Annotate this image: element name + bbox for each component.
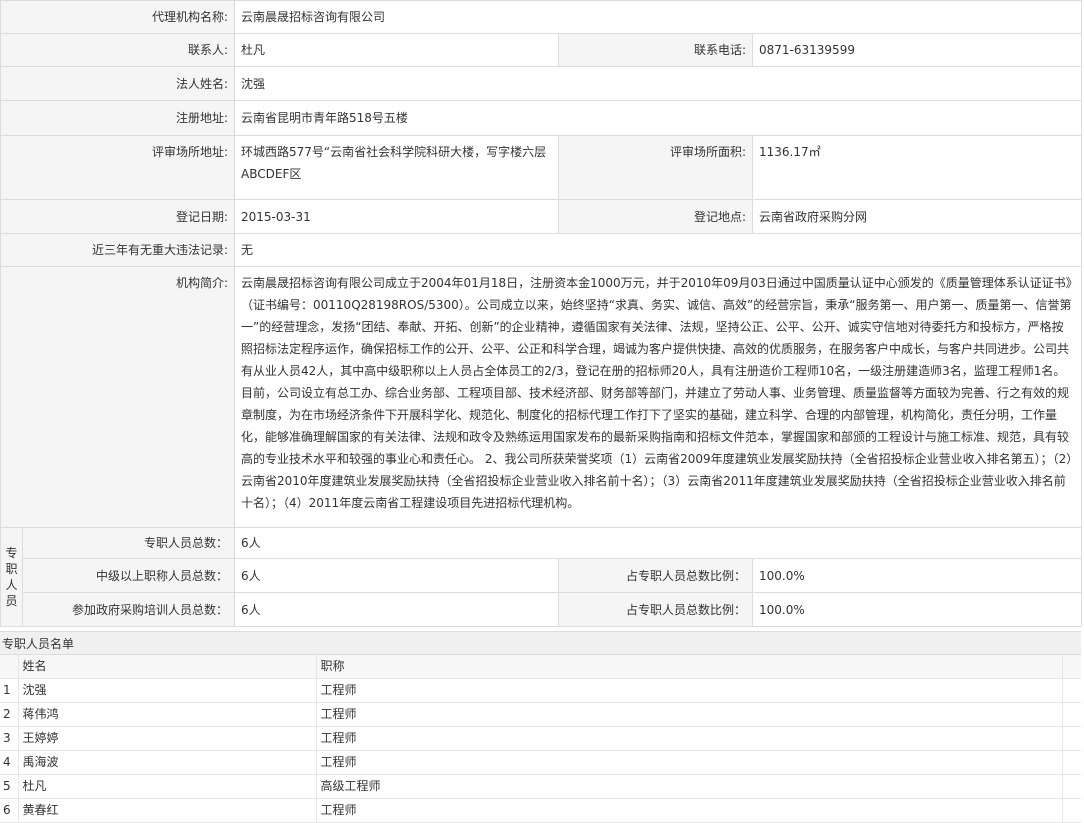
agency-name-label: 代理机构名称: xyxy=(0,0,236,34)
legal-person-label: 法人姓名: xyxy=(0,66,236,101)
ratio2-value: 100.0% xyxy=(752,592,1083,627)
scrollbar-gutter xyxy=(1062,726,1081,751)
phone-value: 0871-63139599 xyxy=(752,33,1083,67)
mid-title-label: 中级以上职称人员总数： xyxy=(21,558,236,593)
row-number: 2 xyxy=(0,702,19,727)
staff-name: 沈强 xyxy=(18,678,317,703)
reg-place-value: 云南省政府采购分网 xyxy=(752,199,1083,234)
table-row[interactable]: 2 蒋伟鸿 工程师 xyxy=(0,702,1081,727)
staff-list-panel: 专职人员名单 姓名 职称 1 沈强 工程师 2 蒋伟鸿 工程师 3 王婷婷 工程师 4 禹海波 工程师… xyxy=(0,631,1081,823)
mid-title-value: 6人 xyxy=(234,558,560,593)
scrollbar-gutter xyxy=(1062,702,1081,727)
gov-training-value: 6人 xyxy=(234,592,560,627)
reg-place-label: 登记地点: xyxy=(558,199,754,234)
scrollbar-gutter xyxy=(1062,798,1081,823)
contact-label: 联系人: xyxy=(0,33,236,67)
name-column-header[interactable]: 姓名 xyxy=(18,655,317,679)
staff-name: 黄春红 xyxy=(18,798,317,823)
intro-label: 机构简介: xyxy=(0,266,236,528)
phone-label: 联系电话: xyxy=(558,33,754,67)
staff-group-label: 专职人员 xyxy=(0,527,23,627)
table-row[interactable]: 4 禹海波 工程师 xyxy=(0,750,1081,775)
staff-title: 高级工程师 xyxy=(316,774,1063,799)
agency-info-table: 代理机构名称: 云南晨晟招标咨询有限公司 联系人: 杜凡 联系电话: 0871-… xyxy=(0,0,1083,627)
row-number: 6 xyxy=(0,798,19,823)
reg-address-value: 云南省昆明市青年路518号五楼 xyxy=(234,100,1083,136)
gov-training-label: 参加政府采购培训人员总数： xyxy=(21,592,236,627)
ratio2-label: 占专职人员总数比例： xyxy=(558,592,754,627)
ratio1-value: 100.0% xyxy=(752,558,1083,593)
table-row[interactable]: 1 沈强 工程师 xyxy=(0,678,1081,703)
row-number: 1 xyxy=(0,678,19,703)
review-address-label: 评审场所地址: xyxy=(0,135,236,200)
agency-name-value: 云南晨晟招标咨询有限公司 xyxy=(234,0,1083,34)
intro-value: 云南晨晟招标咨询有限公司成立于2004年01月18日，注册资本金1000万元，并… xyxy=(234,266,1083,528)
staff-title: 工程师 xyxy=(316,750,1063,775)
review-address-value: 环城西路577号“云南省社会科学院科研大楼，写字楼六层ABCDEF区 xyxy=(234,135,560,200)
violation-value: 无 xyxy=(234,233,1083,267)
row-number: 5 xyxy=(0,774,19,799)
row-number: 3 xyxy=(0,726,19,751)
title-column-header[interactable]: 职称 xyxy=(316,655,1063,679)
table-row[interactable]: 5 杜凡 高级工程师 xyxy=(0,774,1081,799)
scrollbar-gutter xyxy=(1062,655,1081,679)
staff-list-table: 姓名 职称 1 沈强 工程师 2 蒋伟鸿 工程师 3 王婷婷 工程师 4 禹海波 工程师 5 杜凡 高级工程… xyxy=(0,655,1081,823)
reg-address-label: 注册地址: xyxy=(0,100,236,136)
staff-title: 工程师 xyxy=(316,702,1063,727)
scrollbar-gutter xyxy=(1062,678,1081,703)
row-number-header xyxy=(0,655,19,679)
table-row[interactable]: 3 王婷婷 工程师 xyxy=(0,726,1081,751)
legal-person-value: 沈强 xyxy=(234,66,1083,101)
staff-name: 蒋伟鸿 xyxy=(18,702,317,727)
staff-list-header-row: 姓名 职称 xyxy=(0,655,1081,679)
staff-name: 王婷婷 xyxy=(18,726,317,751)
staff-name: 杜凡 xyxy=(18,774,317,799)
review-area-value: 1136.17㎡ xyxy=(752,135,1083,200)
violation-label: 近三年有无重大违法记录: xyxy=(0,233,236,267)
row-number: 4 xyxy=(0,750,19,775)
staff-title: 工程师 xyxy=(316,798,1063,823)
staff-title: 工程师 xyxy=(316,726,1063,751)
scrollbar-gutter xyxy=(1062,750,1081,775)
staff-total-value: 6人 xyxy=(234,527,1083,559)
contact-value: 杜凡 xyxy=(234,33,560,67)
staff-total-label: 专职人员总数： xyxy=(21,527,236,559)
staff-group-text: 专职人员 xyxy=(5,546,18,608)
reg-date-label: 登记日期: xyxy=(0,199,236,234)
staff-name: 禹海波 xyxy=(18,750,317,775)
ratio1-label: 占专职人员总数比例： xyxy=(558,558,754,593)
scrollbar-gutter xyxy=(1062,774,1081,799)
reg-date-value: 2015-03-31 xyxy=(234,199,560,234)
staff-list-title: 专职人员名单 xyxy=(0,631,1081,655)
review-area-label: 评审场所面积: xyxy=(558,135,754,200)
table-row[interactable]: 6 黄春红 工程师 xyxy=(0,798,1081,823)
staff-title: 工程师 xyxy=(316,678,1063,703)
